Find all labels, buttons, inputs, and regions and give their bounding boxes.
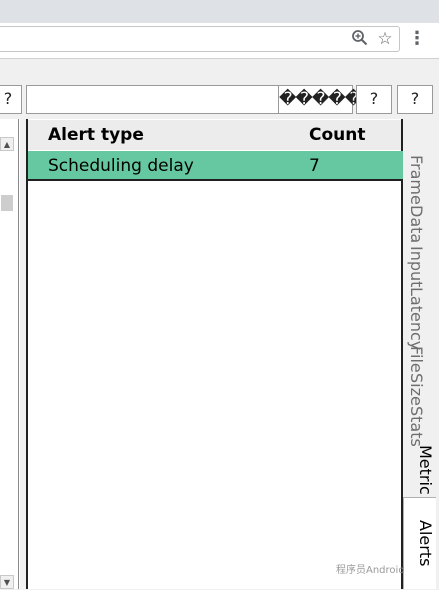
filter-input[interactable] [26,85,278,114]
tab-label-line: Data [407,204,426,244]
tab-label-line: Input [407,246,426,288]
left-help-button[interactable]: ? [0,85,22,114]
zoom-icon-graphic [352,30,368,46]
tab-label-line: Frame [407,155,426,205]
help-button-a[interactable]: ? [356,85,392,114]
scroll-up-arrow-icon[interactable]: ▲ [0,137,14,151]
left-list-pane [0,119,19,589]
browser-tab-strip [0,0,439,23]
address-bar[interactable] [0,26,400,52]
watermark: 程序员Android [336,565,405,576]
bookmark-star-icon[interactable]: ☆ [375,29,395,49]
tab-label-line: Latency [407,287,426,351]
scrollbar-thumb[interactable] [1,195,13,211]
pane-separator[interactable] [19,119,20,589]
tab-metrics[interactable]: Metric [405,445,435,498]
alerts-table [26,119,403,589]
tab-frame-data[interactable]: FrameData [380,155,426,243]
tab-label-line: File [407,346,426,373]
tab-file-size-stats[interactable]: FileSizeStats [358,346,426,446]
help-button-b[interactable]: ? [397,85,433,114]
column-header-alert-type[interactable]: Alert type [48,120,144,150]
menu-icon[interactable]: ⋮ [407,29,427,49]
scroll-down-arrow-icon[interactable]: ▼ [0,575,14,589]
tab-input-latency[interactable]: InputLatency [380,246,426,351]
encoding-glyph-button[interactable]: ������ [278,85,379,114]
column-header-count[interactable]: Count [309,120,366,150]
cell-alert-type[interactable]: Scheduling delay [48,151,194,181]
cell-count[interactable]: 7 [309,151,320,181]
zoom-icon[interactable] [350,29,370,49]
tab-label-line: Stats [407,405,426,447]
tab-label-line: Size [407,372,426,406]
